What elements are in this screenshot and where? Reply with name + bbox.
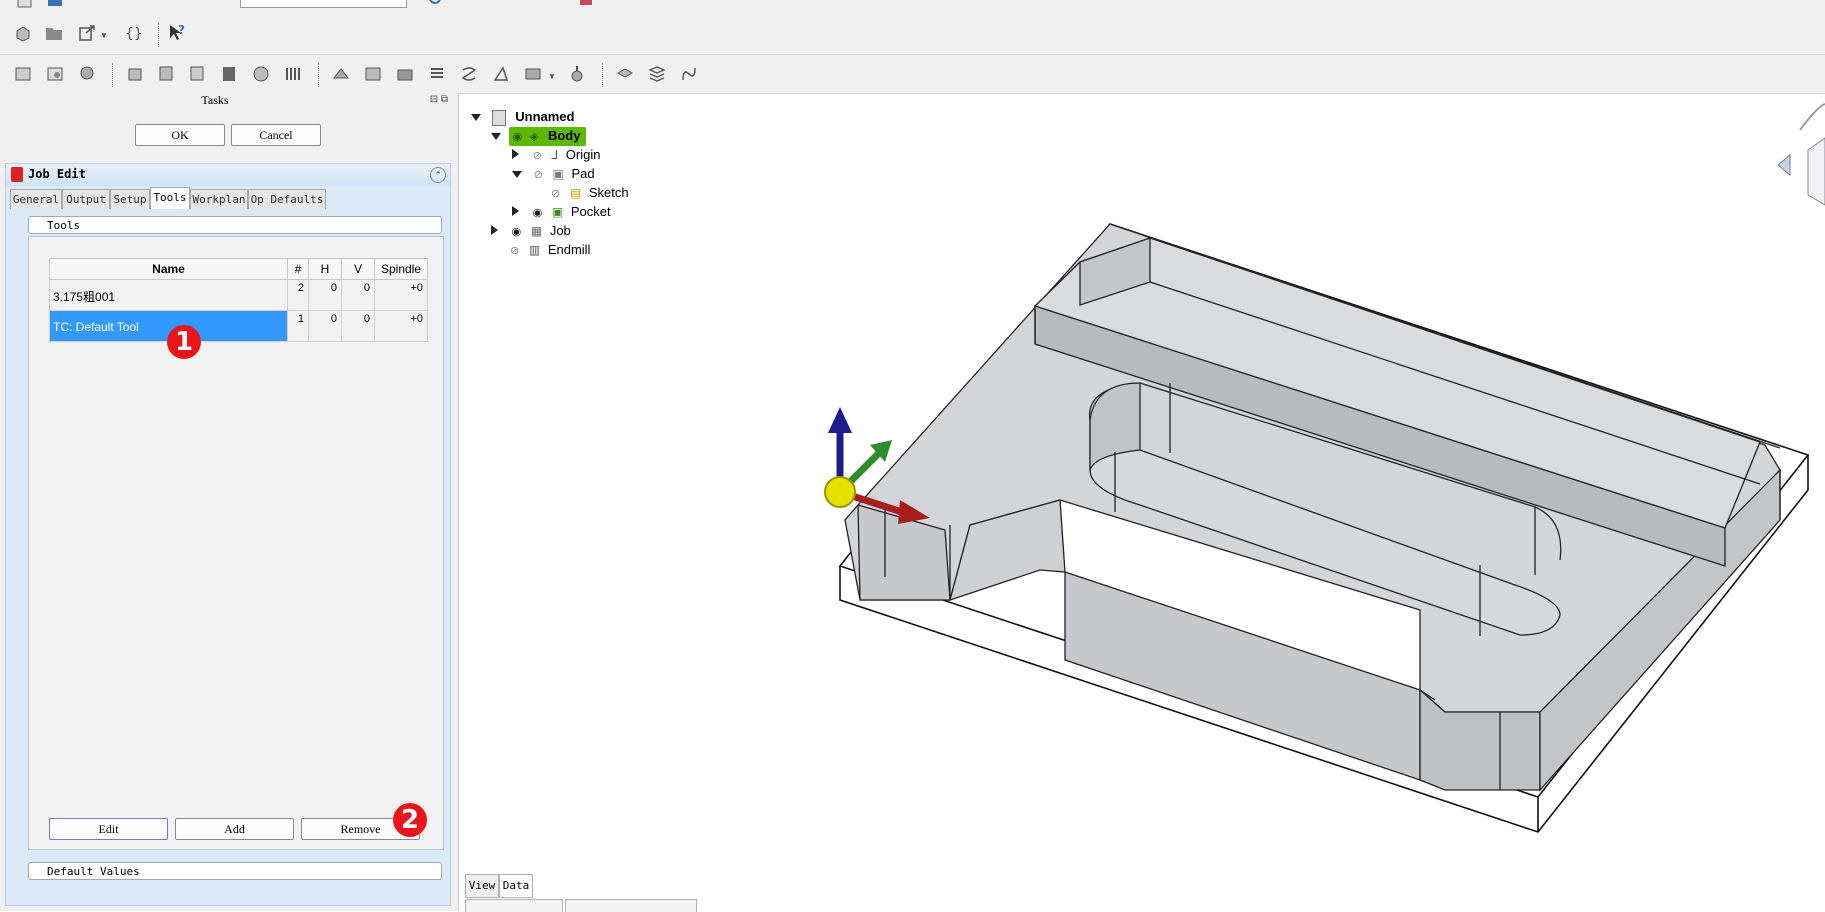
tab-setup[interactable]: Setup xyxy=(110,189,150,209)
tasks-panel: Tasks ⊟ ⧉ OK Cancel Job Edit ⌃ General O… xyxy=(0,93,459,911)
folder-icon[interactable] xyxy=(43,22,65,44)
pocket-op-icon[interactable] xyxy=(394,63,416,85)
toolbar-separator xyxy=(158,23,161,47)
stock-icon[interactable] xyxy=(12,22,34,44)
drilling-icon[interactable] xyxy=(426,63,448,85)
export-icon[interactable] xyxy=(76,22,98,44)
toolbar-separator xyxy=(112,63,115,87)
svg-text:?: ? xyxy=(178,23,185,37)
cancel-button[interactable]: Cancel xyxy=(231,124,321,146)
origin-point-icon xyxy=(824,476,856,508)
code-braces-icon[interactable]: {} xyxy=(122,22,144,44)
nav-cube-face[interactable] xyxy=(1807,137,1825,206)
table-row[interactable]: 3.175粗001 2 0 0 +0 xyxy=(49,279,428,311)
h-feed-cell[interactable]: 0 xyxy=(308,279,342,311)
edit-button[interactable]: Edit xyxy=(49,818,168,840)
3d-viewport[interactable] xyxy=(460,93,1825,873)
engrave-icon[interactable] xyxy=(490,63,512,85)
spindle-cell[interactable]: +0 xyxy=(374,310,428,342)
tools-group-header[interactable]: Tools xyxy=(28,216,442,234)
chevron-down-icon[interactable]: ▼ xyxy=(100,31,108,40)
face-icon[interactable] xyxy=(522,63,544,85)
tab-view[interactable]: View xyxy=(465,874,499,898)
collapse-icon[interactable]: ⌃ xyxy=(430,167,446,183)
chevron-down-icon[interactable]: ▼ xyxy=(548,72,556,81)
tool-number-cell[interactable]: 2 xyxy=(287,279,309,311)
h-feed-cell[interactable]: 0 xyxy=(308,310,342,342)
custom-icon[interactable] xyxy=(250,63,272,85)
job-edit-title: Job Edit xyxy=(28,167,86,181)
save-icon[interactable] xyxy=(44,0,66,10)
annotation-badge-1: 1 xyxy=(167,325,201,359)
tasks-title: Tasks xyxy=(201,93,229,107)
column-header-spindle[interactable]: Spindle xyxy=(374,258,428,280)
toolbar-separator xyxy=(602,63,605,87)
tool-name-cell[interactable]: 3.175粗001 xyxy=(49,279,288,311)
stack-icon[interactable] xyxy=(646,63,668,85)
whats-this-icon[interactable]: ? xyxy=(166,22,188,44)
tab-general[interactable]: General xyxy=(10,189,62,209)
rotate-arrow-icon[interactable] xyxy=(1799,103,1825,131)
contour-icon[interactable] xyxy=(330,63,352,85)
tool-controller-table: Name # H V Spindle 3.175粗001 2 0 0 +0 TC… xyxy=(49,258,428,342)
column-header-h[interactable]: H xyxy=(308,258,342,280)
tab-op-defaults[interactable]: Op Defaults xyxy=(248,189,326,209)
simulate-icon[interactable] xyxy=(614,63,636,85)
toolbar-top-partial xyxy=(0,0,1825,15)
column-header-v[interactable]: V xyxy=(341,258,375,280)
table-row-selected[interactable]: TC: Default Tool 1 0 0 +0 xyxy=(49,310,428,342)
default-values-group-header[interactable]: Default Values xyxy=(28,862,442,880)
tools-group: Name # H V Spindle 3.175粗001 2 0 0 +0 TC… xyxy=(28,236,444,850)
add-button[interactable]: Add xyxy=(175,818,294,840)
job-edit-header: Job Edit ⌃ xyxy=(6,164,450,186)
zoom-icon[interactable] xyxy=(425,0,447,10)
job-edit-panel: Job Edit ⌃ General Output Setup Tools Wo… xyxy=(5,163,451,906)
tab-tools[interactable]: Tools xyxy=(150,187,190,210)
stop-icon[interactable] xyxy=(218,63,240,85)
part-icon[interactable] xyxy=(575,0,597,10)
nav-left-arrow-icon[interactable] xyxy=(1777,153,1791,177)
probe-icon[interactable] xyxy=(566,63,588,85)
toolbar-row-path: ▼ xyxy=(0,55,1825,94)
profile-icon[interactable] xyxy=(362,63,384,85)
v-feed-cell[interactable]: 0 xyxy=(341,310,375,342)
inspect-icon[interactable] xyxy=(76,63,98,85)
path-shape-icon[interactable] xyxy=(678,63,700,85)
array-icon[interactable] xyxy=(282,63,304,85)
tools-tab-body: Tools Name # H V Spindle 3.175粗001 2 0 0… xyxy=(14,209,444,899)
ok-button[interactable]: OK xyxy=(135,124,225,146)
annotation-badge-2: 2 xyxy=(393,803,427,837)
spindle-cell[interactable]: +0 xyxy=(374,279,428,311)
document-tab[interactable] xyxy=(565,899,697,912)
fixture-icon[interactable] xyxy=(155,63,177,85)
column-header-name[interactable]: Name xyxy=(49,258,288,280)
dock-buttons[interactable]: ⊟ ⧉ xyxy=(430,94,448,105)
freecad-logo-icon xyxy=(11,167,23,182)
tool-number-cell[interactable]: 1 xyxy=(287,310,309,342)
part-model xyxy=(844,223,1781,792)
toolbar-separator xyxy=(318,63,321,87)
tab-workplan[interactable]: Workplan xyxy=(190,189,248,209)
job-icon[interactable] xyxy=(12,63,34,85)
column-header-number[interactable]: # xyxy=(287,258,309,280)
post-process-icon[interactable] xyxy=(44,63,66,85)
toolbar-row-file: ▼ {} ? xyxy=(0,14,1825,55)
navigation-cube[interactable] xyxy=(1777,103,1825,206)
new-file-icon[interactable] xyxy=(14,0,36,10)
tab-data[interactable]: Data xyxy=(499,874,533,898)
helix-icon[interactable] xyxy=(458,63,480,85)
workbench-selector[interactable] xyxy=(240,0,407,8)
tab-output[interactable]: Output xyxy=(62,189,110,209)
svg-text:{}: {} xyxy=(125,26,143,42)
v-feed-cell[interactable]: 0 xyxy=(341,279,375,311)
z-axis-head xyxy=(828,407,852,433)
dressup-icon[interactable] xyxy=(124,63,146,85)
comment-icon[interactable] xyxy=(186,63,208,85)
document-tab[interactable] xyxy=(465,899,563,912)
